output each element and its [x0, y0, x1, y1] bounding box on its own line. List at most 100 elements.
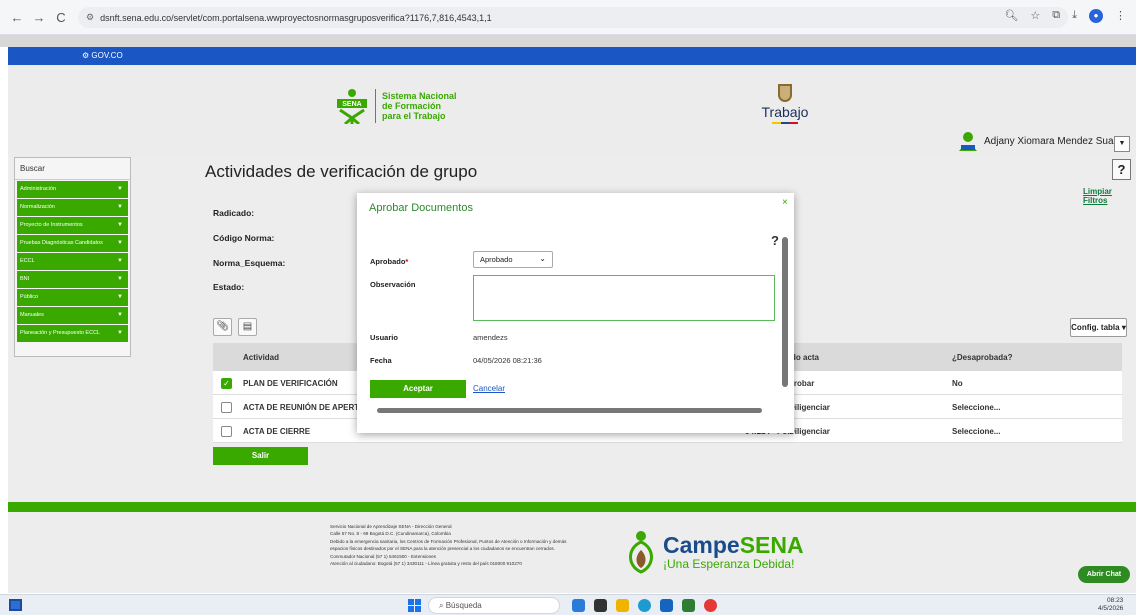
extensions-icon[interactable]: ⧉ — [1052, 9, 1060, 23]
user-area: Adjany Xiomara Mendez Suarez — [958, 131, 1127, 151]
modal-horizontal-scrollbar[interactable] — [367, 407, 781, 415]
caret-down-icon: ▼ — [117, 258, 123, 264]
aceptar-button[interactable]: Aceptar — [370, 380, 466, 398]
user-menu-dropdown[interactable]: ▼ — [1114, 136, 1130, 152]
norma-esquema-label: Norma_Esquema: — [213, 258, 286, 268]
sidebar-item-proyecto-instrumentos[interactable]: Proyecto de Instrumentos ▼ — [17, 217, 128, 234]
aprobado-label-text: Aprobado — [370, 257, 406, 266]
chrome-icon[interactable] — [704, 599, 717, 612]
taskbar-clock[interactable]: 08:23 4/5/2026 — [1098, 597, 1123, 613]
footer-green-band — [8, 502, 1136, 512]
sena-logo-line: para el Trabajo — [382, 111, 446, 121]
app-icon-terminal[interactable] — [594, 599, 607, 612]
salir-button[interactable]: Salir — [213, 447, 308, 465]
logo-divider — [375, 89, 376, 123]
reload-icon[interactable]: C — [50, 10, 72, 25]
clear-filters-link[interactable]: Limpiar Filtros — [1083, 187, 1136, 205]
taskbar-search[interactable]: ⌕ Búsqueda — [428, 597, 560, 614]
sidebar-item-eccl[interactable]: ECCL ▼ — [17, 253, 128, 270]
scrollbar-thumb[interactable] — [782, 237, 788, 387]
footer-line: Conmutador Nacional (57 1) 5461500 - Ext… — [330, 553, 436, 559]
footer-line: Servicio Nacional de Aprendizaje SENA - … — [330, 524, 452, 529]
menu-icon[interactable]: ⋮ — [1115, 9, 1126, 23]
cell-desaprobada[interactable]: No — [952, 379, 963, 388]
campesena-slogan: ¡Una Esperanza Debida! — [663, 557, 795, 571]
modal-help-button[interactable]: ? — [771, 233, 779, 248]
browser-actions: 🔍︎ ☆ ⧉ ⤓ ● ⋮ — [1004, 9, 1126, 23]
col-actividad: Actividad — [243, 353, 280, 362]
sidebar-item-label: BNI — [20, 276, 30, 282]
site-info-icon[interactable]: ⚙ — [86, 12, 94, 23]
folder-icon[interactable] — [616, 599, 629, 612]
help-button[interactable]: ? — [1112, 159, 1131, 180]
cell-actividad: ACTA DE CIERRE — [243, 427, 311, 436]
scrollbar-thumb[interactable] — [377, 408, 762, 413]
sidebar-item-administracion[interactable]: Administración ▼ — [17, 181, 128, 198]
cell-estado: Diligenciar — [789, 403, 830, 412]
cell-desaprobada[interactable]: Seleccione... — [952, 403, 1000, 412]
flag-stripe — [772, 122, 799, 124]
app-icon-copilot[interactable] — [572, 599, 585, 612]
search-icon: ⌕ — [439, 601, 446, 610]
sidebar-item-pruebas-diagnosticas[interactable]: Pruebas Diagnósticas Candidatos ▼ — [17, 235, 128, 252]
sena-logo-text: Sistema Nacional de Formación para el Tr… — [382, 91, 457, 121]
profile-icon[interactable]: ● — [1089, 9, 1103, 23]
pdf-icon: ▤ — [242, 321, 253, 332]
sidebar-item-bni[interactable]: BNI ▼ — [17, 271, 128, 288]
footer-line: Atención al ciudadano: Bogotá (57 1) 343… — [330, 561, 522, 567]
footer-line: Calle 57 No. 8 - 69 Bogotá D.C. (Cundina… — [330, 531, 451, 537]
observacion-textarea[interactable] — [473, 275, 775, 321]
browser-toolbar: ← → C ⚙ dsnft.sena.edu.co/servlet/com.po… — [0, 0, 1136, 35]
edge-icon[interactable] — [638, 599, 651, 612]
sidebar-item-label: Público — [20, 294, 39, 300]
cell-desaprobada[interactable]: Seleccione... — [952, 427, 1000, 436]
caret-down-icon: ▼ — [117, 330, 123, 336]
clock-time: 08:23 — [1107, 597, 1124, 604]
row-checkbox[interactable] — [221, 426, 232, 437]
sidebar-item-publico[interactable]: Público ▼ — [17, 289, 128, 306]
sidebar-item-manuales[interactable]: Manuales ▼ — [17, 307, 128, 324]
row-checkbox[interactable]: ✓ — [221, 378, 232, 389]
paperclip-icon: 📎︎ — [216, 321, 229, 332]
back-icon[interactable]: ← — [6, 10, 28, 25]
observacion-label: Observación — [370, 280, 416, 289]
caret-down-icon: ▼ — [117, 294, 123, 300]
caret-down-icon: ▼ — [117, 222, 123, 228]
close-icon[interactable]: × — [782, 197, 788, 208]
pdf-button[interactable]: ▤ — [238, 318, 257, 336]
sena-logo-line: Sistema Nacional — [382, 91, 457, 101]
address-bar[interactable]: ⚙ dsnft.sena.edu.co/servlet/com.portalse… — [78, 7, 1068, 28]
sidebar: Buscar Administración ▼ Normalización ▼ Pr… — [14, 157, 131, 357]
trabajo-logo[interactable]: Trabajo — [760, 84, 810, 124]
aprobado-select[interactable]: Aprobado ⌄ — [473, 251, 553, 268]
page-top-spacer — [0, 35, 1136, 47]
modal-vertical-scrollbar[interactable] — [781, 227, 789, 403]
campesena-text: CampeSENA ¡Una Esperanza Debida! — [663, 533, 804, 571]
codigo-norma-label: Código Norma: — [213, 233, 275, 243]
store-icon[interactable] — [660, 599, 673, 612]
widgets-icon[interactable] — [9, 599, 22, 611]
gov-label[interactable]: GOV.CO — [91, 51, 122, 60]
bookmark-star-icon[interactable]: ☆ — [1030, 9, 1040, 23]
download-icon[interactable]: ⤓ — [1072, 9, 1077, 23]
sidebar-item-planeacion[interactable]: Planeación y Presupuesto ECCL ▼ — [17, 325, 128, 342]
open-chat-button[interactable]: Abrir Chat — [1078, 566, 1130, 583]
sidebar-search[interactable]: Buscar — [15, 158, 130, 180]
sidebar-item-normalizacion[interactable]: Normalización ▼ — [17, 199, 128, 216]
windows-start-icon[interactable] — [408, 599, 421, 612]
sena-logo[interactable]: SENA Sistema Nacional de Formación para … — [335, 88, 457, 124]
app-icon-teams[interactable] — [682, 599, 695, 612]
gov-bar: ⚙ GOV.CO — [8, 47, 1136, 65]
attach-button[interactable]: 📎︎ — [213, 318, 232, 336]
forward-icon[interactable]: → — [28, 10, 50, 25]
chevron-down-icon: ⌄ — [539, 254, 546, 263]
zoom-icon[interactable]: 🔍︎ — [1004, 9, 1018, 23]
sena-logo-line: de Formación — [382, 101, 442, 111]
campesena-logo[interactable]: CampeSENA ¡Una Esperanza Debida! — [625, 530, 804, 574]
row-checkbox[interactable] — [221, 402, 232, 413]
config-table-button[interactable]: Config. tabla ▾ — [1070, 318, 1127, 337]
fecha-value: 04/05/2026 08:21:36 — [473, 356, 542, 365]
usuario-value: amendezs — [473, 333, 508, 342]
cancelar-link[interactable]: Cancelar — [473, 384, 505, 393]
cell-actividad: PLAN DE VERIFICACIÓN — [243, 379, 338, 388]
